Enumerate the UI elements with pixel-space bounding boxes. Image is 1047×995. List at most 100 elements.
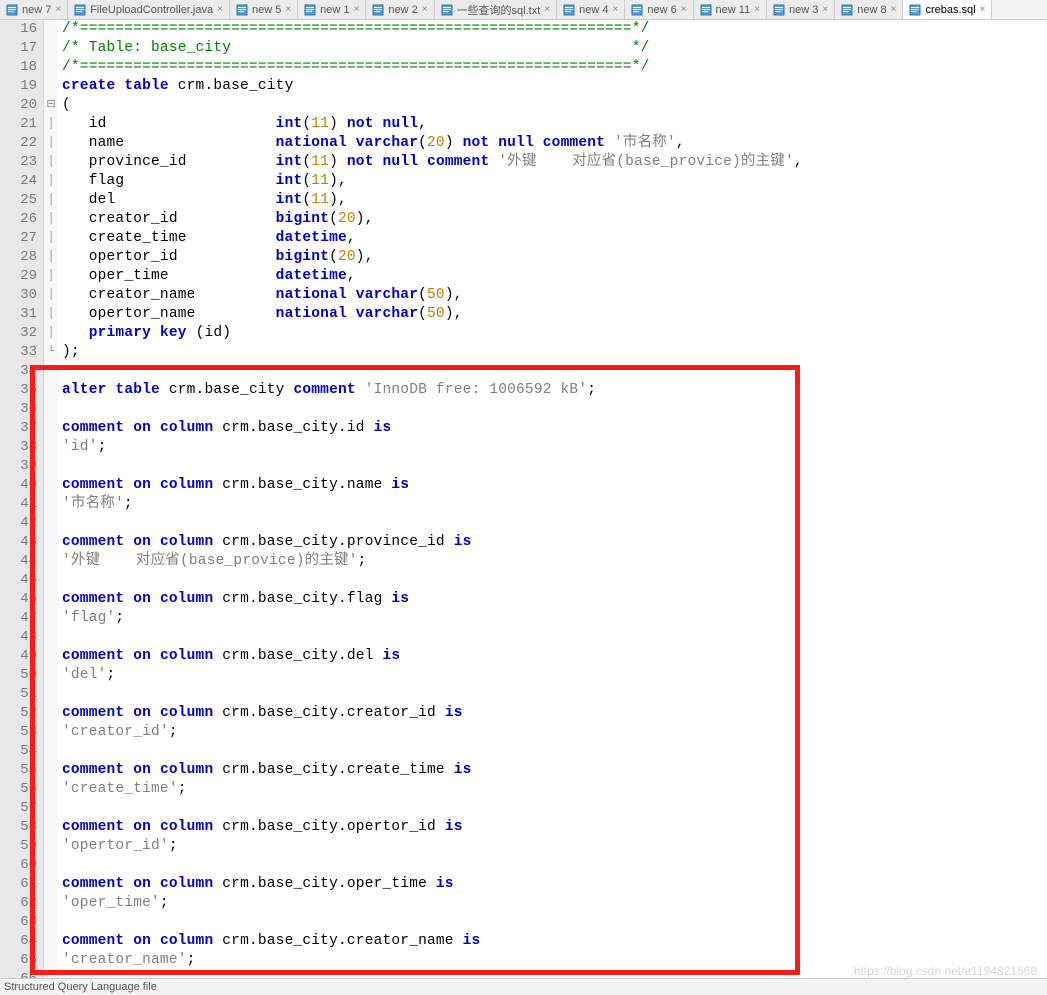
fold-marker: │ [44, 210, 58, 229]
code-line[interactable]: '市名称'; [62, 495, 1047, 514]
code-line[interactable]: ( [62, 96, 1047, 115]
tab-new-3[interactable]: new 3× [767, 0, 835, 19]
editor[interactable]: 1617181920212223242526272829303132333435… [0, 20, 1047, 978]
close-icon[interactable]: × [544, 4, 550, 15]
code-line[interactable] [62, 856, 1047, 875]
tab-new-2[interactable]: new 2× [366, 0, 434, 19]
code-line[interactable]: 'creator_id'; [62, 723, 1047, 742]
code-line[interactable]: comment on column crm.base_city.id is [62, 419, 1047, 438]
code-line[interactable]: creator_name national varchar(50), [62, 286, 1047, 305]
code-line[interactable] [62, 742, 1047, 761]
line-number: 34 [0, 362, 37, 381]
fold-marker [44, 685, 58, 704]
code-line[interactable]: comment on column crm.base_city.name is [62, 476, 1047, 495]
code-line[interactable] [62, 628, 1047, 647]
close-icon[interactable]: × [217, 4, 223, 15]
tab-new-6[interactable]: new 6× [625, 0, 693, 19]
code-line[interactable]: comment on column crm.base_city.creator_… [62, 704, 1047, 723]
code-area[interactable]: /*======================================… [58, 20, 1047, 978]
line-number: 26 [0, 210, 37, 229]
code-line[interactable]: /* Table: base_city */ [62, 39, 1047, 58]
tab-new-11[interactable]: new 11× [694, 0, 768, 19]
code-line[interactable]: name national varchar(20) not null comme… [62, 134, 1047, 153]
tab-new-1[interactable]: new 1× [298, 0, 366, 19]
code-line[interactable]: 'opertor_id'; [62, 837, 1047, 856]
code-line[interactable]: /*======================================… [62, 58, 1047, 77]
code-line[interactable]: opertor_name national varchar(50), [62, 305, 1047, 324]
tab-bar: new 7×FileUploadController.java×new 5×ne… [0, 0, 1047, 20]
fold-marker: ⊟ [44, 96, 58, 115]
code-line[interactable]: comment on column crm.base_city.creator_… [62, 932, 1047, 951]
fold-marker [44, 704, 58, 723]
tab-new-7[interactable]: new 7× [0, 0, 68, 19]
code-line[interactable]: opertor_id bigint(20), [62, 248, 1047, 267]
close-icon[interactable]: × [55, 4, 61, 15]
code-line[interactable]: comment on column crm.base_city.oper_tim… [62, 875, 1047, 894]
code-line[interactable]: id int(11) not null, [62, 115, 1047, 134]
code-line[interactable]: creator_id bigint(20), [62, 210, 1047, 229]
code-line[interactable]: 'create_time'; [62, 780, 1047, 799]
code-line[interactable]: create_time datetime, [62, 229, 1047, 248]
line-number: 51 [0, 685, 37, 704]
code-line[interactable]: '外键 对应省(base_provice)的主键'; [62, 552, 1047, 571]
code-line[interactable]: 'oper_time'; [62, 894, 1047, 913]
fold-marker [44, 647, 58, 666]
code-line[interactable]: ); [62, 343, 1047, 362]
line-number: 60 [0, 856, 37, 875]
code-line[interactable]: comment on column crm.base_city.create_t… [62, 761, 1047, 780]
code-line[interactable]: comment on column crm.base_city.flag is [62, 590, 1047, 609]
code-line[interactable]: 'flag'; [62, 609, 1047, 628]
fold-marker: │ [44, 115, 58, 134]
code-line[interactable]: comment on column crm.base_city.opertor_… [62, 818, 1047, 837]
close-icon[interactable]: × [754, 4, 760, 15]
code-line[interactable]: oper_time datetime, [62, 267, 1047, 286]
line-number: 20 [0, 96, 37, 115]
code-line[interactable] [62, 799, 1047, 818]
code-line[interactable] [62, 571, 1047, 590]
code-line[interactable]: create table crm.base_city [62, 77, 1047, 96]
code-line[interactable]: province_id int(11) not null comment '外键… [62, 153, 1047, 172]
file-icon [700, 4, 712, 16]
fold-marker [44, 381, 58, 400]
tab-label: new 11 [716, 4, 751, 16]
code-line[interactable] [62, 457, 1047, 476]
code-line[interactable] [62, 913, 1047, 932]
tab-new-5[interactable]: new 5× [230, 0, 298, 19]
code-line[interactable]: flag int(11), [62, 172, 1047, 191]
fold-marker [44, 666, 58, 685]
code-line[interactable]: comment on column crm.base_city.province… [62, 533, 1047, 552]
fold-marker [44, 20, 58, 39]
close-icon[interactable]: × [285, 4, 291, 15]
close-icon[interactable]: × [422, 4, 428, 15]
close-icon[interactable]: × [822, 4, 828, 15]
code-line[interactable] [62, 514, 1047, 533]
code-line[interactable]: 'del'; [62, 666, 1047, 685]
fold-marker [44, 590, 58, 609]
file-icon [74, 4, 86, 16]
code-line[interactable]: primary key (id) [62, 324, 1047, 343]
line-number: 61 [0, 875, 37, 894]
tab-new-4[interactable]: new 4× [557, 0, 625, 19]
code-line[interactable]: /*======================================… [62, 20, 1047, 39]
line-number: 27 [0, 229, 37, 248]
tab-new-8[interactable]: new 8× [835, 0, 903, 19]
code-line[interactable] [62, 400, 1047, 419]
tab-label: FileUploadController.java [90, 4, 213, 16]
close-icon[interactable]: × [613, 4, 619, 15]
line-number: 42 [0, 514, 37, 533]
close-icon[interactable]: × [354, 4, 360, 15]
code-line[interactable]: comment on column crm.base_city.del is [62, 647, 1047, 666]
close-icon[interactable]: × [980, 4, 986, 15]
line-number: 22 [0, 134, 37, 153]
code-line[interactable] [62, 362, 1047, 381]
code-line[interactable] [62, 685, 1047, 704]
line-number: 65 [0, 951, 37, 970]
tab--sql-txt[interactable]: 一些查询的sql.txt× [435, 0, 558, 19]
tab-FileUploadController-java[interactable]: FileUploadController.java × [68, 0, 230, 19]
code-line[interactable]: del int(11), [62, 191, 1047, 210]
code-line[interactable]: 'id'; [62, 438, 1047, 457]
tab-crebas-sql[interactable]: crebas.sql× [903, 0, 992, 19]
code-line[interactable]: alter table crm.base_city comment 'InnoD… [62, 381, 1047, 400]
close-icon[interactable]: × [681, 4, 687, 15]
close-icon[interactable]: × [891, 4, 897, 15]
